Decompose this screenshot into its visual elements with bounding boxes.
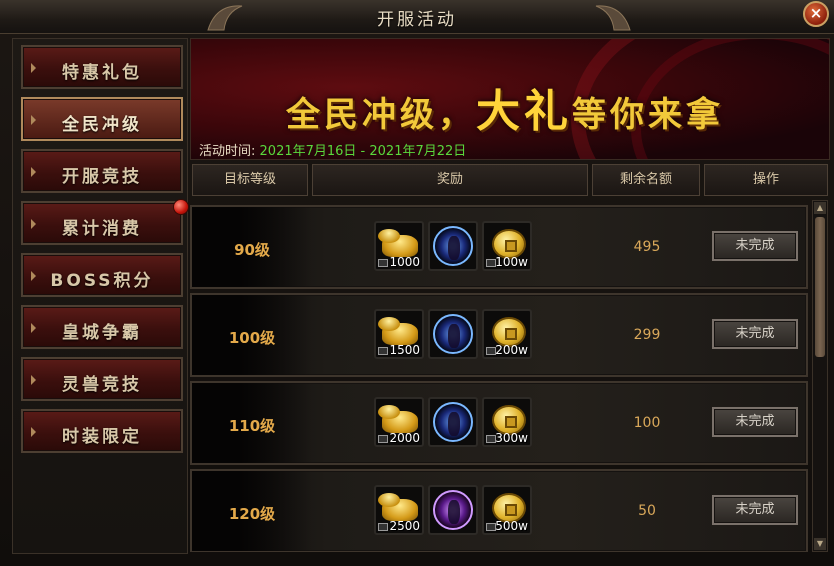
sidebar-item-beast-arena[interactable]: 灵兽竞技: [21, 357, 183, 401]
copper-coin-icon[interactable]: 500w: [482, 485, 532, 535]
sidebar-item-castle-war[interactable]: 皇城争霸: [21, 305, 183, 349]
sidebar-item-level-race[interactable]: 全民冲级: [21, 97, 183, 141]
gold-ingot-icon[interactable]: 2500: [374, 485, 424, 535]
table-row: 110级 2000 300w 100 未完成: [190, 381, 808, 465]
copper-coin-icon[interactable]: 200w: [482, 309, 532, 359]
row-remaining: 299: [633, 327, 661, 343]
item-quantity: 300w: [495, 431, 528, 445]
activity-time: 活动时间: 2021年7月16日 - 2021年7月22日: [199, 140, 466, 159]
spirit-beast-icon[interactable]: [428, 221, 478, 271]
row-remaining: 50: [638, 503, 656, 519]
table-row: 120级 2500 500w 50 未完成: [190, 469, 808, 552]
bound-tag-icon: [378, 523, 388, 531]
beast-shape: [433, 490, 473, 530]
red-dot-badge: [173, 199, 189, 215]
item-quantity: 2000: [389, 431, 420, 445]
sidebar-item-label: 全民冲级: [62, 115, 142, 135]
incomplete-button[interactable]: 未完成: [712, 319, 798, 349]
close-button[interactable]: ×: [803, 1, 829, 27]
ingot-shape: [378, 493, 400, 507]
bound-tag-icon: [378, 435, 388, 443]
gold-ingot-icon[interactable]: 1000: [374, 221, 424, 271]
item-quantity: 1500: [389, 343, 420, 357]
gold-ingot-icon[interactable]: 1500: [374, 309, 424, 359]
scroll-thumb[interactable]: [815, 217, 825, 357]
copper-coin-icon[interactable]: 300w: [482, 397, 532, 447]
table-header: 目标等级 奖励 剩余名额 操作: [190, 162, 830, 198]
item-quantity: 2500: [389, 519, 420, 533]
row-level: 100级: [228, 329, 276, 347]
item-quantity: 500w: [495, 519, 528, 533]
copper-coin-icon[interactable]: 100w: [482, 221, 532, 271]
activity-time-value: 2021年7月16日 - 2021年7月22日: [259, 144, 467, 159]
event-banner: 全民冲级，大礼等你来拿 活动时间: 2021年7月16日 - 2021年7月22…: [190, 38, 830, 160]
spirit-beast-icon[interactable]: [428, 485, 478, 535]
bound-tag-icon: [378, 347, 388, 355]
window-title: 开服活动: [377, 10, 457, 30]
beast-shape: [433, 226, 473, 266]
banner-title-highlight: 大礼: [476, 86, 572, 137]
sidebar-item-label: 皇城争霸: [62, 323, 142, 343]
ingot-shape: [378, 405, 400, 419]
ingot-shape: [378, 317, 400, 331]
banner-title: 全民冲级，大礼等你来拿: [286, 75, 724, 139]
item-quantity: 100w: [495, 255, 528, 269]
sidebar-item-total-spend[interactable]: 累计消费: [21, 199, 189, 245]
bound-tag-icon: [378, 259, 388, 267]
row-level: 110级: [228, 417, 276, 435]
item-quantity: 1000: [389, 255, 420, 269]
gold-ingot-icon[interactable]: 2000: [374, 397, 424, 447]
ingot-shape: [378, 229, 400, 243]
row-remaining: 495: [633, 239, 661, 255]
reward-list: 90级 1000 100w 495 未完成 100级 1500 200w 299…: [190, 200, 810, 552]
banner-title-part2: 等你来拿: [572, 95, 724, 135]
list-scrollbar[interactable]: ▲ ▼: [812, 200, 828, 552]
activity-time-label: 活动时间:: [199, 144, 256, 159]
sidebar-item-boss-points[interactable]: BOSS积分: [21, 253, 183, 297]
sidebar-item-fashion-limited[interactable]: 时装限定: [21, 409, 183, 453]
incomplete-button[interactable]: 未完成: [712, 407, 798, 437]
activity-sidebar: 特惠礼包 全民冲级 开服竞技 累计消费 BOSS积分 皇城争霸 灵兽竞技 时装限…: [12, 38, 189, 554]
incomplete-button[interactable]: 未完成: [712, 495, 798, 525]
beast-shape: [433, 402, 473, 442]
sidebar-item-label: 灵兽竞技: [62, 375, 142, 395]
header-reward: 奖励: [312, 164, 588, 196]
sidebar-item-label: BOSS积分: [50, 271, 154, 291]
sidebar-item-label: 特惠礼包: [62, 63, 142, 83]
header-remaining: 剩余名额: [592, 164, 700, 196]
title-bar: 开服活动 ×: [0, 0, 834, 34]
item-quantity: 200w: [495, 343, 528, 357]
title-ornament-right: [595, 5, 631, 31]
incomplete-button[interactable]: 未完成: [712, 231, 798, 261]
scroll-down-icon[interactable]: ▼: [814, 538, 826, 550]
sidebar-item-label: 开服竞技: [62, 167, 142, 187]
row-level: 90级: [234, 241, 270, 259]
sidebar-item-special-pack[interactable]: 特惠礼包: [21, 45, 183, 89]
table-row: 100级 1500 200w 299 未完成: [190, 293, 808, 377]
spirit-beast-icon[interactable]: [428, 397, 478, 447]
sidebar-item-label: 累计消费: [62, 219, 142, 239]
scroll-up-icon[interactable]: ▲: [814, 202, 826, 214]
row-remaining: 100: [633, 415, 661, 431]
header-action: 操作: [704, 164, 828, 196]
table-row: 90级 1000 100w 495 未完成: [190, 205, 808, 289]
header-target-level: 目标等级: [192, 164, 308, 196]
activity-window: 开服活动 × 特惠礼包 全民冲级 开服竞技 累计消费 BOSS积分 皇城争霸 灵…: [0, 0, 834, 566]
close-icon: ×: [809, 4, 823, 22]
beast-shape: [433, 314, 473, 354]
sidebar-item-label: 时装限定: [62, 427, 142, 447]
sidebar-item-server-arena[interactable]: 开服竞技: [21, 149, 183, 193]
spirit-beast-icon[interactable]: [428, 309, 478, 359]
row-level: 120级: [228, 505, 276, 523]
banner-title-part1: 全民冲级，: [286, 95, 476, 135]
